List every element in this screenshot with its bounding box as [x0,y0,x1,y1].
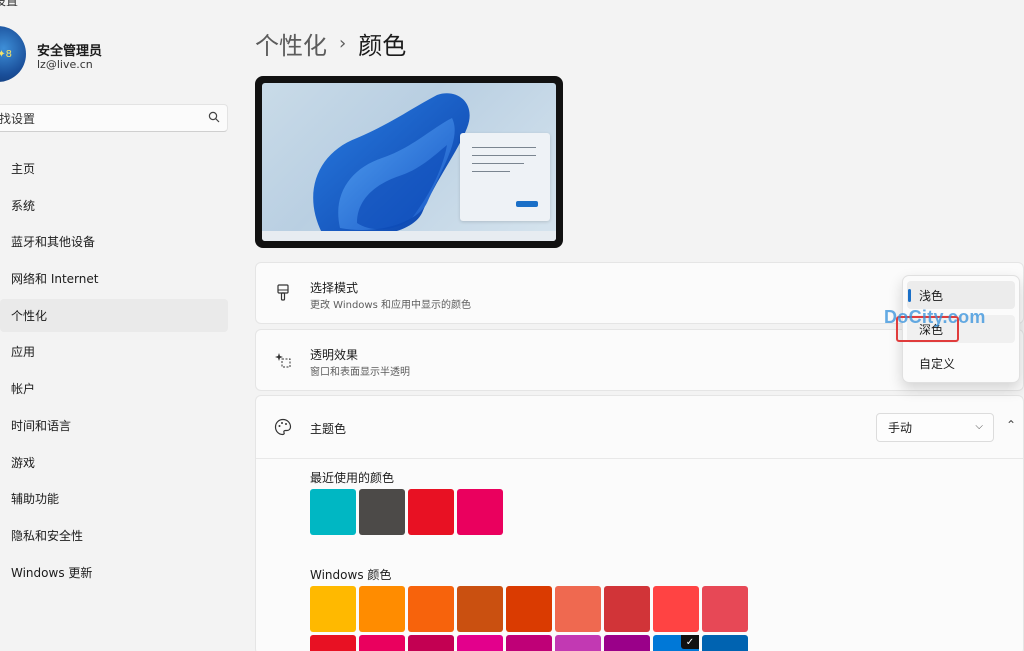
sidebar-item-label: 网络和 Internet [11,272,99,287]
mode-card-title: 选择模式 [310,281,359,295]
color-swatch[interactable] [408,489,454,535]
mode-option-label: 浅色 [919,288,944,303]
color-swatch[interactable] [359,489,405,535]
color-swatch[interactable] [310,489,356,535]
sidebar-item-label: 隐私和安全性 [11,528,84,543]
sidebar-item-network[interactable]: 网络和 Internet [0,262,228,295]
sidebar-item-label: 游戏 [11,455,36,470]
color-swatch[interactable] [359,586,405,632]
chevron-up-icon[interactable]: ⌃ [1006,418,1016,432]
color-swatch[interactable] [457,489,503,535]
watermark: DoCity.com [884,307,986,327]
color-swatch[interactable] [310,635,356,651]
color-swatch[interactable] [555,586,601,632]
mode-option-light[interactable]: 浅色 [907,281,1015,309]
sidebar-item-home[interactable]: 主页 [0,152,228,185]
user-email: lz@live.cn [37,58,93,71]
accent-mode-value: 手动 [888,421,913,435]
color-swatch[interactable] [457,586,503,632]
sidebar-item-windows-update[interactable]: Windows 更新 [0,556,228,589]
search-input[interactable]: 找设置 [0,104,228,132]
avatar[interactable]: ✦8 [0,26,26,82]
theme-preview [255,76,563,248]
checkmark-icon: ✓ [681,635,699,649]
windows-colors-label: Windows 颜色 [310,568,392,582]
palette-icon [274,418,292,436]
color-swatch[interactable] [604,635,650,651]
sidebar-item-label: 帐户 [11,382,36,397]
sidebar-item-bluetooth[interactable]: 蓝牙和其他设备 [0,225,228,258]
transparency-card-subtitle: 窗口和表面显示半透明 [310,367,410,378]
transparency-card-title: 透明效果 [310,348,359,362]
sidebar-item-label: 系统 [11,198,36,213]
color-swatch[interactable] [408,586,454,632]
search-icon[interactable] [201,111,227,126]
color-swatch[interactable] [457,635,503,651]
accent-card-title: 主题色 [310,422,347,436]
user-name: 安全管理员 [37,44,103,59]
sidebar-item-system[interactable]: 系统 [0,189,228,222]
color-swatch[interactable] [653,586,699,632]
color-swatch[interactable] [702,635,748,651]
color-swatch[interactable] [702,586,748,632]
accent-card: 主题色 手动 ⌵ ⌃ 最近使用的颜色 Windows 颜色 ✓ [255,395,1024,651]
color-swatch[interactable] [408,635,454,651]
sidebar-item-label: 时间和语言 [11,418,72,433]
selected-indicator [908,289,911,302]
sidebar-item-label: 应用 [11,345,36,360]
chevron-down-icon: ⌵ [975,421,983,432]
mode-option-label: 自定义 [919,356,956,371]
sidebar-item-accounts[interactable]: 帐户 [0,372,228,405]
sidebar: ✦8 安全管理员 lz@live.cn 找设置 主页 系统 蓝牙和其他设备 网络… [0,0,240,651]
accent-header[interactable]: 主题色 手动 ⌵ ⌃ [256,396,1023,459]
color-swatch[interactable] [506,586,552,632]
sidebar-item-accessibility[interactable]: 辅助功能 [0,482,228,515]
mode-option-custom[interactable]: 自定义 [907,349,1015,377]
sidebar-item-label: Windows 更新 [11,565,93,580]
breadcrumb: 个性化 › 颜色 [255,26,406,61]
color-swatch[interactable] [555,635,601,651]
recent-colors-label: 最近使用的颜色 [310,471,395,485]
sidebar-item-label: 蓝牙和其他设备 [11,235,96,250]
brush-icon [274,284,292,302]
preview-window [460,133,550,221]
color-swatch[interactable] [310,586,356,632]
accent-mode-select[interactable]: 手动 ⌵ [876,413,994,442]
sidebar-item-privacy[interactable]: 隐私和安全性 [0,519,228,552]
breadcrumb-separator-icon: › [339,33,347,54]
color-swatch[interactable] [604,586,650,632]
sparkle-icon [274,351,292,369]
color-swatch[interactable] [359,635,405,651]
color-swatch[interactable] [506,635,552,651]
search-text: 找设置 [0,111,36,126]
avatar-badge: ✦8 [0,48,12,60]
sidebar-item-personalization[interactable]: 个性化 [0,298,228,332]
breadcrumb-parent[interactable]: 个性化 [255,26,327,61]
color-swatch[interactable]: ✓ [653,635,699,651]
sidebar-item-gaming[interactable]: 游戏 [0,446,228,479]
sidebar-item-apps[interactable]: 应用 [0,335,228,368]
sidebar-item-label: 个性化 [11,308,48,323]
sidebar-item-time-language[interactable]: 时间和语言 [0,409,228,442]
sidebar-nav: 主页 系统 蓝牙和其他设备 网络和 Internet 个性化 应用 帐户 时间和… [0,152,228,592]
preview-taskbar [262,231,556,241]
sidebar-item-label: 辅助功能 [11,492,60,507]
page-title: 颜色 [358,32,407,60]
sidebar-item-label: 主页 [11,162,36,176]
mode-card-subtitle: 更改 Windows 和应用中显示的颜色 [310,300,471,311]
preview-desktop [262,83,556,241]
